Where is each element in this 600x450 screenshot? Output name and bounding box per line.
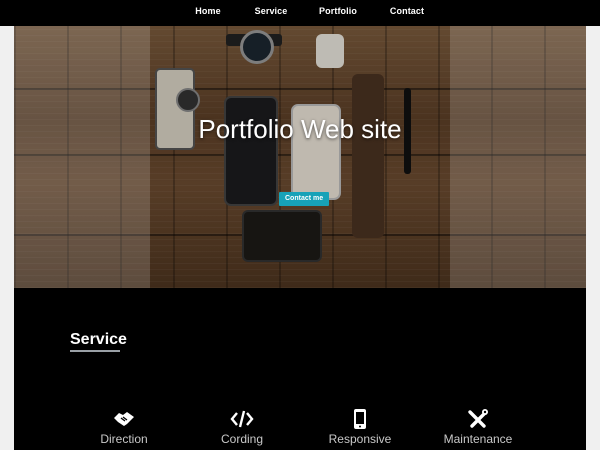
right-page-margin [586,0,600,450]
hero-title: Portfolio Web site [198,114,402,144]
service-item-label: Cording [220,432,264,446]
top-navigation: Home Service Portfolio Contact [0,0,600,26]
nav-contact[interactable]: Contact [390,6,424,16]
service-item-direction: Direction [69,408,179,446]
service-item-maintenance: Maintenance [423,408,533,446]
contact-me-button[interactable]: Contact me [279,192,330,206]
section-title-underline [70,350,120,352]
nav-service[interactable]: Service [255,6,288,16]
handshake-icon [114,412,134,426]
tools-icon [468,409,488,428]
service-section-title: Service [70,331,127,348]
mobile-icon [354,409,366,429]
service-item-responsive: Responsive [305,408,415,446]
service-item-label: Maintenance [443,432,513,446]
service-item-label: Direction [100,432,148,446]
nav-portfolio[interactable]: Portfolio [319,6,357,16]
nav-home[interactable]: Home [195,6,220,16]
left-page-margin [0,0,14,450]
service-item-cording: Cording [187,408,297,446]
hero-fade-right [450,26,586,288]
code-icon [230,410,254,428]
hero-fade-left [14,26,150,288]
service-item-label: Responsive [328,432,392,446]
hero-banner: Portfolio Web site Contact me [14,26,586,288]
